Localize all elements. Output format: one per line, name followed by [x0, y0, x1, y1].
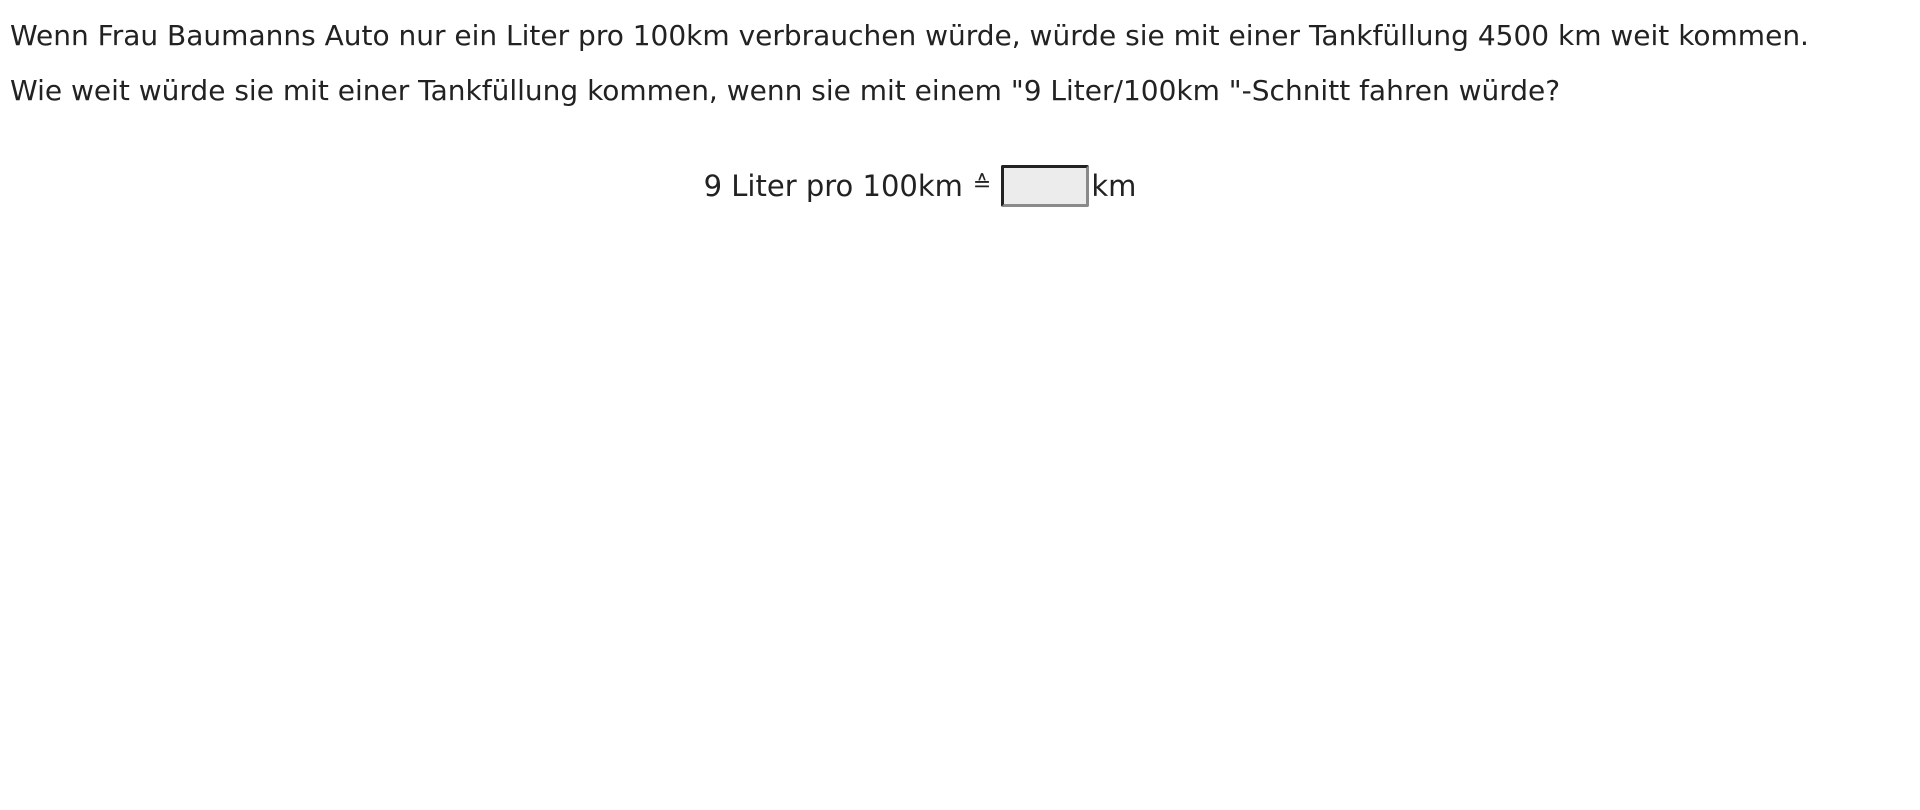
unit-label: km [1091, 169, 1137, 203]
question-line-2: Wie weit würde sie mit einer Tankfüllung… [10, 74, 1561, 107]
answer-prefix-label: 9 Liter pro 100km [703, 169, 963, 203]
question-line-1: Wenn Frau Baumanns Auto nur ein Liter pr… [10, 19, 1809, 52]
answer-input[interactable] [1001, 165, 1090, 207]
question-text: Wenn Frau Baumanns Auto nur ein Liter pr… [10, 8, 1910, 118]
answer-row: 9 Liter pro 100km ≙ km [0, 162, 1840, 210]
corresponds-to-symbol: ≙ [972, 171, 992, 197]
